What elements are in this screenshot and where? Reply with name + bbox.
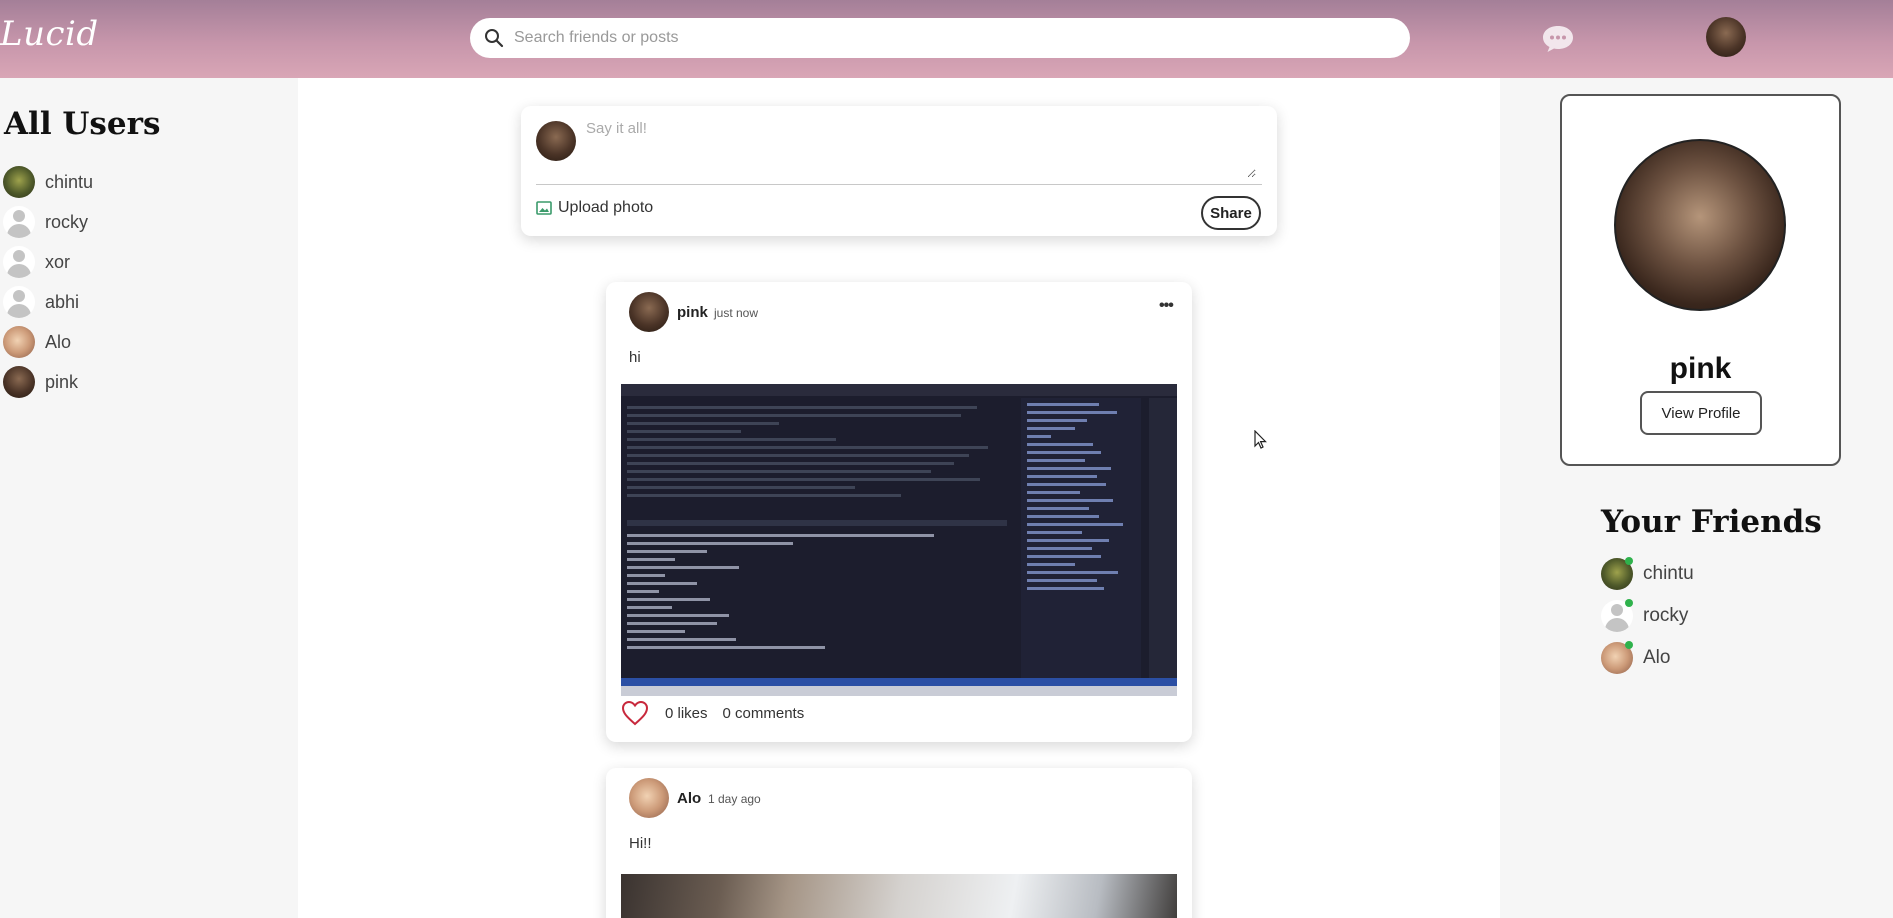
app-logo[interactable]: Lucid: [0, 14, 99, 54]
more-options-icon[interactable]: •••: [1159, 298, 1179, 316]
your-friends-title: Your Friends: [1601, 504, 1822, 540]
user-name: Alo: [45, 331, 72, 352]
all-users-sidebar: All Users chintu rocky xor abhi Alo pink: [0, 78, 298, 918]
search-icon: [485, 29, 504, 48]
image-icon: [536, 201, 552, 215]
default-avatar-icon: [3, 246, 35, 278]
friend-item-alo[interactable]: Alo: [1601, 637, 1694, 679]
search-input[interactable]: [514, 29, 1374, 47]
default-avatar-icon: [3, 286, 35, 318]
friend-name: chintu: [1643, 563, 1694, 584]
user-item-rocky[interactable]: rocky: [3, 202, 93, 242]
user-name: pink: [45, 371, 79, 392]
post-text: Hi!!: [629, 835, 652, 852]
online-indicator-icon: [1625, 599, 1633, 607]
post-image[interactable]: [621, 874, 1177, 918]
like-heart-icon[interactable]: [621, 700, 649, 726]
upload-photo-button[interactable]: Upload photo: [536, 199, 653, 217]
divider: [536, 184, 1262, 185]
friend-name: Alo: [1643, 647, 1671, 668]
user-list: chintu rocky xor abhi Alo pink: [3, 162, 93, 402]
post-timestamp: just now: [714, 306, 759, 320]
friend-item-chintu[interactable]: chintu: [1601, 553, 1694, 595]
post-card: Alo 1 day ago Hi!!: [606, 768, 1192, 918]
user-name: abhi: [45, 291, 80, 312]
upload-photo-label: Upload photo: [558, 199, 654, 216]
all-users-title: All Users: [4, 106, 161, 142]
post-card: pink just now ••• hi 0 likes 0 comments: [606, 282, 1192, 742]
mouse-cursor-icon: [1254, 430, 1267, 449]
right-sidebar: pink View Profile Your Friends chintu ro…: [1500, 78, 1893, 918]
chat-icon[interactable]: [1541, 24, 1575, 54]
post-author-avatar[interactable]: [629, 778, 669, 818]
view-profile-button[interactable]: View Profile: [1640, 391, 1762, 435]
avatar: [3, 326, 35, 358]
default-avatar-icon: [3, 206, 35, 238]
profile-card: pink View Profile: [1560, 94, 1841, 466]
friend-name: rocky: [1643, 605, 1689, 626]
comments-count[interactable]: 0 comments: [723, 705, 805, 722]
avatar: [3, 166, 35, 198]
top-bar: Lucid: [0, 0, 1893, 78]
search-bar[interactable]: [470, 18, 1410, 58]
user-item-pink[interactable]: pink: [3, 362, 93, 402]
profile-name: pink: [1669, 352, 1732, 385]
online-indicator-icon: [1625, 641, 1633, 649]
composer-avatar: [536, 121, 576, 161]
post-actions: 0 likes 0 comments: [621, 700, 804, 726]
user-item-alo[interactable]: Alo: [3, 322, 93, 362]
user-item-xor[interactable]: xor: [3, 242, 93, 282]
likes-count[interactable]: 0 likes: [665, 705, 708, 722]
post-text: hi: [629, 349, 641, 366]
user-name: xor: [45, 251, 71, 272]
post-author[interactable]: Alo: [677, 790, 701, 807]
user-name: chintu: [45, 171, 94, 192]
post-image[interactable]: [621, 384, 1177, 696]
profile-avatar[interactable]: [1614, 139, 1786, 311]
friend-item-rocky[interactable]: rocky: [1601, 595, 1694, 637]
post-text-input[interactable]: [586, 120, 1256, 178]
avatar: [3, 366, 35, 398]
post-author[interactable]: pink: [677, 304, 708, 321]
post-composer: Upload photo Share: [521, 106, 1277, 236]
post-timestamp: 1 day ago: [708, 792, 761, 806]
online-indicator-icon: [1625, 557, 1633, 565]
user-name: rocky: [45, 211, 89, 232]
share-button[interactable]: Share: [1201, 196, 1261, 230]
friend-list: chintu rocky Alo: [1601, 553, 1694, 679]
user-item-chintu[interactable]: chintu: [3, 162, 93, 202]
user-avatar[interactable]: [1706, 17, 1746, 57]
post-author-avatar[interactable]: [629, 292, 669, 332]
user-item-abhi[interactable]: abhi: [3, 282, 93, 322]
